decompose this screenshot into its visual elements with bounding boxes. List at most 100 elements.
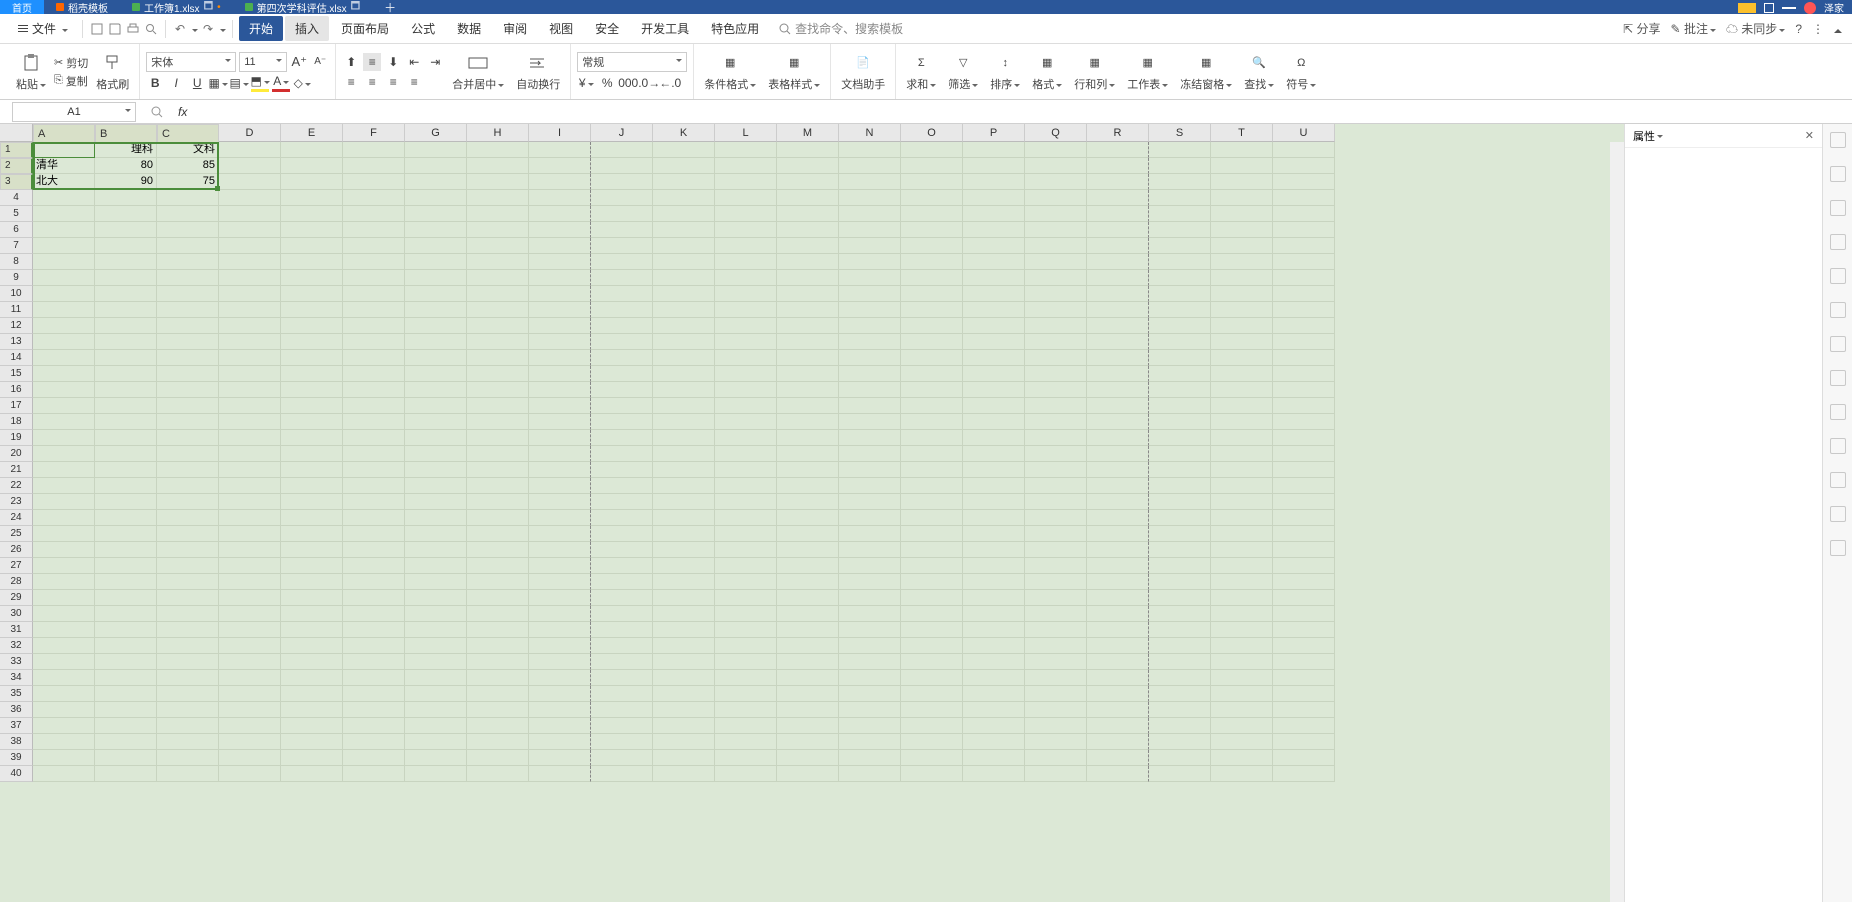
cell[interactable]	[1211, 558, 1273, 574]
cell[interactable]	[1025, 206, 1087, 222]
cell[interactable]	[1211, 270, 1273, 286]
cell[interactable]	[715, 190, 777, 206]
font-select[interactable]: 宋体	[146, 52, 236, 72]
cell[interactable]	[219, 158, 281, 174]
cell[interactable]	[839, 542, 901, 558]
cell[interactable]	[1149, 702, 1211, 718]
cell[interactable]	[963, 542, 1025, 558]
cell[interactable]	[1273, 526, 1335, 542]
cell[interactable]	[343, 270, 405, 286]
col-header[interactable]: L	[715, 124, 777, 142]
cell[interactable]	[281, 590, 343, 606]
cell[interactable]	[33, 206, 95, 222]
cell[interactable]	[1087, 446, 1149, 462]
cell[interactable]	[1149, 382, 1211, 398]
cell[interactable]	[963, 142, 1025, 158]
cell[interactable]	[1211, 350, 1273, 366]
cell[interactable]	[405, 718, 467, 734]
cell[interactable]	[963, 430, 1025, 446]
cell[interactable]	[591, 366, 653, 382]
cell[interactable]	[95, 526, 157, 542]
cell[interactable]	[1273, 270, 1335, 286]
cell[interactable]	[1273, 398, 1335, 414]
dec-decimal-icon[interactable]: ←.0	[661, 74, 679, 92]
cell[interactable]	[157, 766, 219, 782]
cell[interactable]	[219, 398, 281, 414]
row-header[interactable]: 15	[0, 366, 33, 382]
cell[interactable]	[1025, 174, 1087, 190]
menu-data[interactable]: 数据	[447, 16, 491, 41]
cell[interactable]	[95, 238, 157, 254]
cell[interactable]	[467, 270, 529, 286]
cell[interactable]	[653, 590, 715, 606]
cell[interactable]	[157, 238, 219, 254]
cell[interactable]	[653, 542, 715, 558]
cell[interactable]	[777, 670, 839, 686]
cell[interactable]	[281, 158, 343, 174]
cell[interactable]	[157, 638, 219, 654]
cell[interactable]	[343, 334, 405, 350]
cell[interactable]	[591, 238, 653, 254]
cell[interactable]	[1149, 366, 1211, 382]
cell[interactable]	[1211, 622, 1273, 638]
cell[interactable]	[219, 142, 281, 158]
cell[interactable]	[467, 558, 529, 574]
cell[interactable]	[963, 190, 1025, 206]
cell[interactable]	[1273, 158, 1335, 174]
align-mid-icon[interactable]: ≡	[363, 53, 381, 71]
cell[interactable]	[281, 558, 343, 574]
cell[interactable]	[95, 590, 157, 606]
cell[interactable]	[1149, 222, 1211, 238]
cell[interactable]	[839, 238, 901, 254]
cell[interactable]	[529, 542, 591, 558]
cell[interactable]	[157, 190, 219, 206]
cell[interactable]	[405, 670, 467, 686]
cell[interactable]	[281, 702, 343, 718]
col-header[interactable]: U	[1273, 124, 1335, 142]
cell[interactable]	[467, 750, 529, 766]
cell[interactable]	[901, 606, 963, 622]
cell[interactable]	[529, 366, 591, 382]
cell[interactable]	[715, 718, 777, 734]
cell[interactable]	[1087, 494, 1149, 510]
cell[interactable]	[405, 238, 467, 254]
cell[interactable]	[467, 302, 529, 318]
cell[interactable]	[95, 366, 157, 382]
cell[interactable]	[963, 382, 1025, 398]
cell[interactable]	[1149, 590, 1211, 606]
spreadsheet-grid[interactable]: ABCDEFGHIJKLMNOPQRSTU 123456789101112131…	[0, 124, 1624, 902]
cell[interactable]	[343, 222, 405, 238]
col-header[interactable]: Q	[1025, 124, 1087, 142]
cell[interactable]	[839, 206, 901, 222]
cell[interactable]	[839, 702, 901, 718]
cell[interactable]	[591, 222, 653, 238]
symbol-button[interactable]: Ω符号	[1282, 52, 1320, 92]
cell[interactable]	[467, 734, 529, 750]
menu-start[interactable]: 开始	[239, 16, 283, 41]
cell[interactable]	[653, 222, 715, 238]
tab-home[interactable]: 首页	[0, 0, 44, 14]
cell[interactable]	[1025, 158, 1087, 174]
cell[interactable]	[839, 318, 901, 334]
cell[interactable]	[777, 350, 839, 366]
cell[interactable]	[1087, 254, 1149, 270]
cell[interactable]	[33, 142, 95, 158]
cell[interactable]	[467, 606, 529, 622]
cell[interactable]	[343, 382, 405, 398]
cell[interactable]	[219, 382, 281, 398]
cell[interactable]	[1025, 382, 1087, 398]
cell[interactable]	[33, 366, 95, 382]
cell[interactable]	[529, 478, 591, 494]
cell[interactable]	[1273, 174, 1335, 190]
cell[interactable]	[95, 398, 157, 414]
cell[interactable]	[1211, 686, 1273, 702]
row-header[interactable]: 25	[0, 526, 33, 542]
cell[interactable]	[1025, 590, 1087, 606]
cell[interactable]	[901, 462, 963, 478]
cell[interactable]	[591, 398, 653, 414]
cell[interactable]	[1087, 334, 1149, 350]
tab-doke-template[interactable]: 稻壳模板	[44, 0, 120, 14]
cell[interactable]	[157, 670, 219, 686]
cell[interactable]	[839, 670, 901, 686]
cell[interactable]	[281, 270, 343, 286]
